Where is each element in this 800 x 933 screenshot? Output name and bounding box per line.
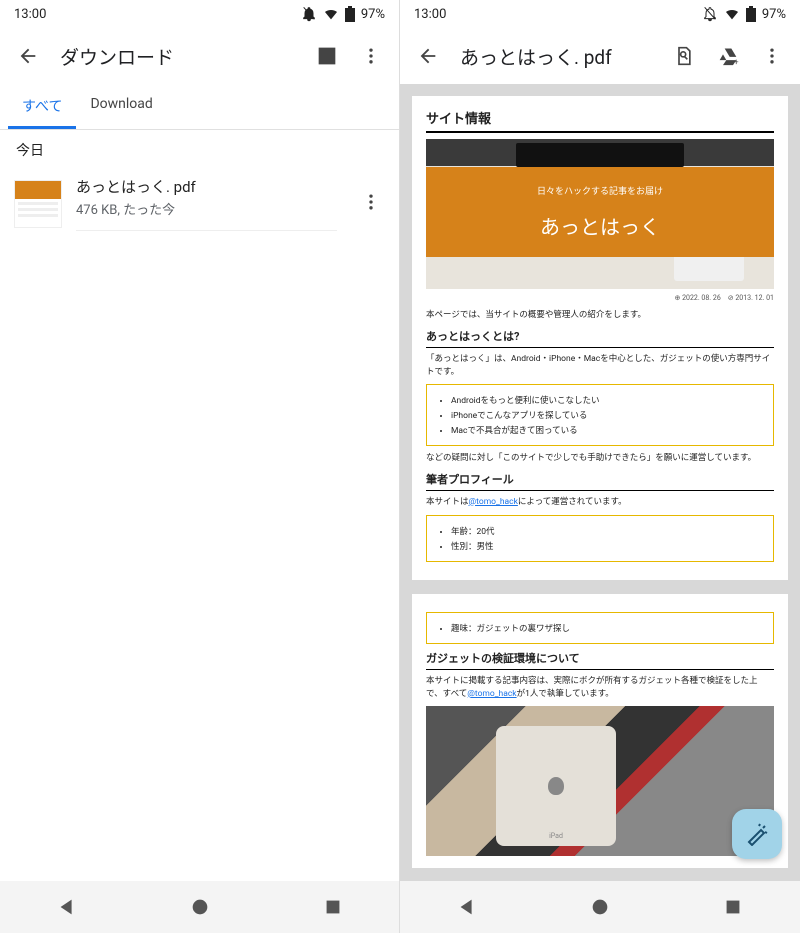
svg-text:+: + xyxy=(734,57,739,66)
file-more-button[interactable] xyxy=(351,182,391,222)
nav-home-button[interactable] xyxy=(589,896,611,918)
magic-edit-icon xyxy=(745,822,769,846)
drive-button[interactable]: + xyxy=(708,36,748,76)
b2a: 年齢：20代 xyxy=(451,525,765,537)
file-name: あっとはっく. pdf xyxy=(76,176,337,197)
dates: ⊕ 2022. 08. 26 ⊘ 2013. 12. 01 xyxy=(426,293,774,303)
toolbar: ダウンロード xyxy=(0,28,399,84)
more-vert-icon xyxy=(361,46,381,66)
edit-fab[interactable] xyxy=(732,809,782,859)
nav-bar xyxy=(400,881,800,933)
more-vert-icon xyxy=(361,192,381,212)
nav-back-button[interactable] xyxy=(56,896,78,918)
banner-image: 日々をハックする記事をお届け あっとはっく xyxy=(426,139,774,289)
author-link[interactable]: @tomo_hack xyxy=(469,497,518,507)
tabs: すべて Download xyxy=(0,84,399,130)
arrow-back-icon xyxy=(17,45,39,67)
nav-bar xyxy=(0,881,399,933)
clock: 13:00 xyxy=(14,7,46,22)
dnd-icon xyxy=(301,6,317,22)
find-button[interactable] xyxy=(664,36,704,76)
pdf-viewer[interactable]: サイト情報 日々をハックする記事をお届け あっとはっく ⊕ 2022. 08. … xyxy=(400,84,800,933)
view-grid-button[interactable] xyxy=(307,36,347,76)
battery-pct: 97% xyxy=(762,7,786,22)
battery-icon xyxy=(746,6,756,22)
b1a: Androidをもっと便利に使いこなしたい xyxy=(451,394,765,406)
h2-profile: 筆者プロフィール xyxy=(426,471,774,491)
about-p2: などの疑問に対し「このサイトで少しでも手助けできたら」を願いに運営しています。 xyxy=(426,452,774,465)
b2b: 性別：男性 xyxy=(451,540,765,552)
page-title: ダウンロード xyxy=(52,43,303,70)
author-link[interactable]: @tomo_hack xyxy=(467,689,516,699)
bullet-box-2: 年齢：20代 性別：男性 xyxy=(426,515,774,562)
gadgets-photo xyxy=(426,706,774,856)
battery-pct: 97% xyxy=(361,7,385,22)
tab-all[interactable]: すべて xyxy=(8,84,76,129)
nav-home-button[interactable] xyxy=(189,896,211,918)
banner-title: あっとはっく xyxy=(540,211,660,240)
toolbar: あっとはっく. pdf + xyxy=(400,28,800,84)
find-in-page-icon xyxy=(674,45,694,67)
b1b: iPhoneでこんなアプリを探している xyxy=(451,409,765,421)
more-button[interactable] xyxy=(351,36,391,76)
dnd-icon xyxy=(702,6,718,22)
grid-icon xyxy=(317,46,337,66)
wifi-icon xyxy=(323,6,339,22)
section-today: 今日 xyxy=(0,130,399,166)
profile-p: 本サイトは@tomo_hackによって運営されています。 xyxy=(426,496,774,509)
nav-recent-button[interactable] xyxy=(322,896,344,918)
file-row[interactable]: あっとはっく. pdf 476 KB, たった今 xyxy=(0,166,399,241)
wifi-icon xyxy=(724,6,740,22)
file-meta: 476 KB, たった今 xyxy=(76,199,337,218)
clock: 13:00 xyxy=(414,7,446,22)
h2-env: ガジェットの検証環境について xyxy=(426,650,774,670)
h1-siteinfo: サイト情報 xyxy=(426,108,774,133)
tab-download[interactable]: Download xyxy=(76,84,166,129)
nav-recent-button[interactable] xyxy=(722,896,744,918)
bullet-box-1: Androidをもっと便利に使いこなしたい iPhoneでこんなアプリを探してい… xyxy=(426,384,774,446)
banner-subtitle: 日々をハックする記事をお届け xyxy=(537,184,663,197)
h2-about: あっとはっくとは? xyxy=(426,328,774,348)
bullet-box-3: 趣味：ガジェットの裏ワザ探し xyxy=(426,612,774,644)
nav-back-button[interactable] xyxy=(456,896,478,918)
doc-title: あっとはっく. pdf xyxy=(452,43,660,70)
status-bar: 13:00 97% xyxy=(0,0,399,28)
more-button[interactable] xyxy=(752,36,792,76)
env-p: 本サイトに掲載する記事内容は、実際にボクが所有するガジェット各種で検証をした上で… xyxy=(426,675,774,701)
back-button[interactable] xyxy=(408,36,448,76)
about-p1: 「あっとはっく」は、Android・iPhone・Macを中心とした、ガジェット… xyxy=(426,353,774,379)
file-thumbnail xyxy=(14,180,62,228)
drive-add-icon: + xyxy=(717,46,739,66)
battery-icon xyxy=(345,6,355,22)
back-button[interactable] xyxy=(8,36,48,76)
pdf-page-1: サイト情報 日々をハックする記事をお届け あっとはっく ⊕ 2022. 08. … xyxy=(412,96,788,580)
status-bar: 13:00 97% xyxy=(400,0,800,28)
more-vert-icon xyxy=(762,46,782,66)
lead: 本ページでは、当サイトの概要や管理人の紹介をします。 xyxy=(426,309,774,322)
arrow-back-icon xyxy=(417,45,439,67)
b1c: Macで不具合が起きて困っている xyxy=(451,424,765,436)
b3a: 趣味：ガジェットの裏ワザ探し xyxy=(451,622,765,634)
